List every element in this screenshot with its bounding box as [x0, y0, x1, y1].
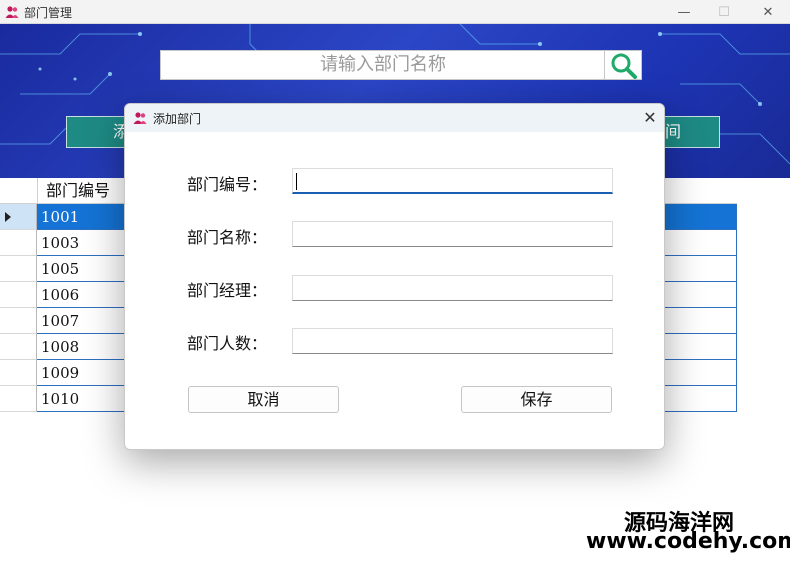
current-row-arrow-icon	[5, 212, 11, 222]
search-icon	[611, 53, 637, 79]
add-button[interactable]: 添	[66, 116, 126, 148]
toolbar-button-right[interactable]: 间	[664, 116, 720, 148]
minimize-button[interactable]: —	[664, 0, 704, 24]
add-department-dialog: 添加部门 ✕ 部门编号： 部门名称： 部门经理： 部门人数： 取消 保存	[124, 103, 665, 450]
text-caret	[296, 173, 297, 190]
row-header[interactable]	[0, 230, 37, 256]
window-title: 部门管理	[24, 6, 73, 20]
dept-manager-input[interactable]	[292, 275, 613, 301]
save-button[interactable]: 保存	[461, 386, 612, 413]
row-header[interactable]	[0, 308, 37, 334]
dialog-title: 添加部门	[153, 112, 202, 126]
row-header[interactable]	[0, 360, 37, 386]
main-titlebar: 部门管理 — ☐ ✕	[0, 0, 790, 24]
cancel-button[interactable]: 取消	[188, 386, 339, 413]
dept-name-input[interactable]	[292, 221, 613, 247]
search-input[interactable]: 请输入部门名称	[160, 50, 606, 80]
dept-manager-label: 部门经理：	[187, 281, 268, 300]
search-button[interactable]	[604, 50, 642, 80]
dept-name-label: 部门名称：	[187, 228, 268, 247]
row-header[interactable]	[0, 282, 37, 308]
row-header[interactable]	[0, 204, 37, 230]
dialog-titlebar: 添加部门 ✕	[125, 104, 664, 132]
dept-headcount-input[interactable]	[292, 328, 613, 354]
users-icon	[133, 112, 147, 124]
dialog-close-button[interactable]: ✕	[637, 106, 663, 130]
dept-headcount-label: 部门人数：	[187, 334, 268, 353]
users-icon	[5, 6, 19, 18]
row-header[interactable]	[0, 334, 37, 360]
watermark-url: www.codehy.com	[586, 529, 790, 554]
maximize-button[interactable]: ☐	[704, 0, 744, 24]
dept-id-input[interactable]	[292, 168, 613, 194]
row-header[interactable]	[0, 256, 37, 282]
close-button[interactable]: ✕	[748, 0, 788, 24]
row-header[interactable]	[0, 386, 37, 412]
dept-id-label: 部门编号：	[187, 175, 268, 194]
